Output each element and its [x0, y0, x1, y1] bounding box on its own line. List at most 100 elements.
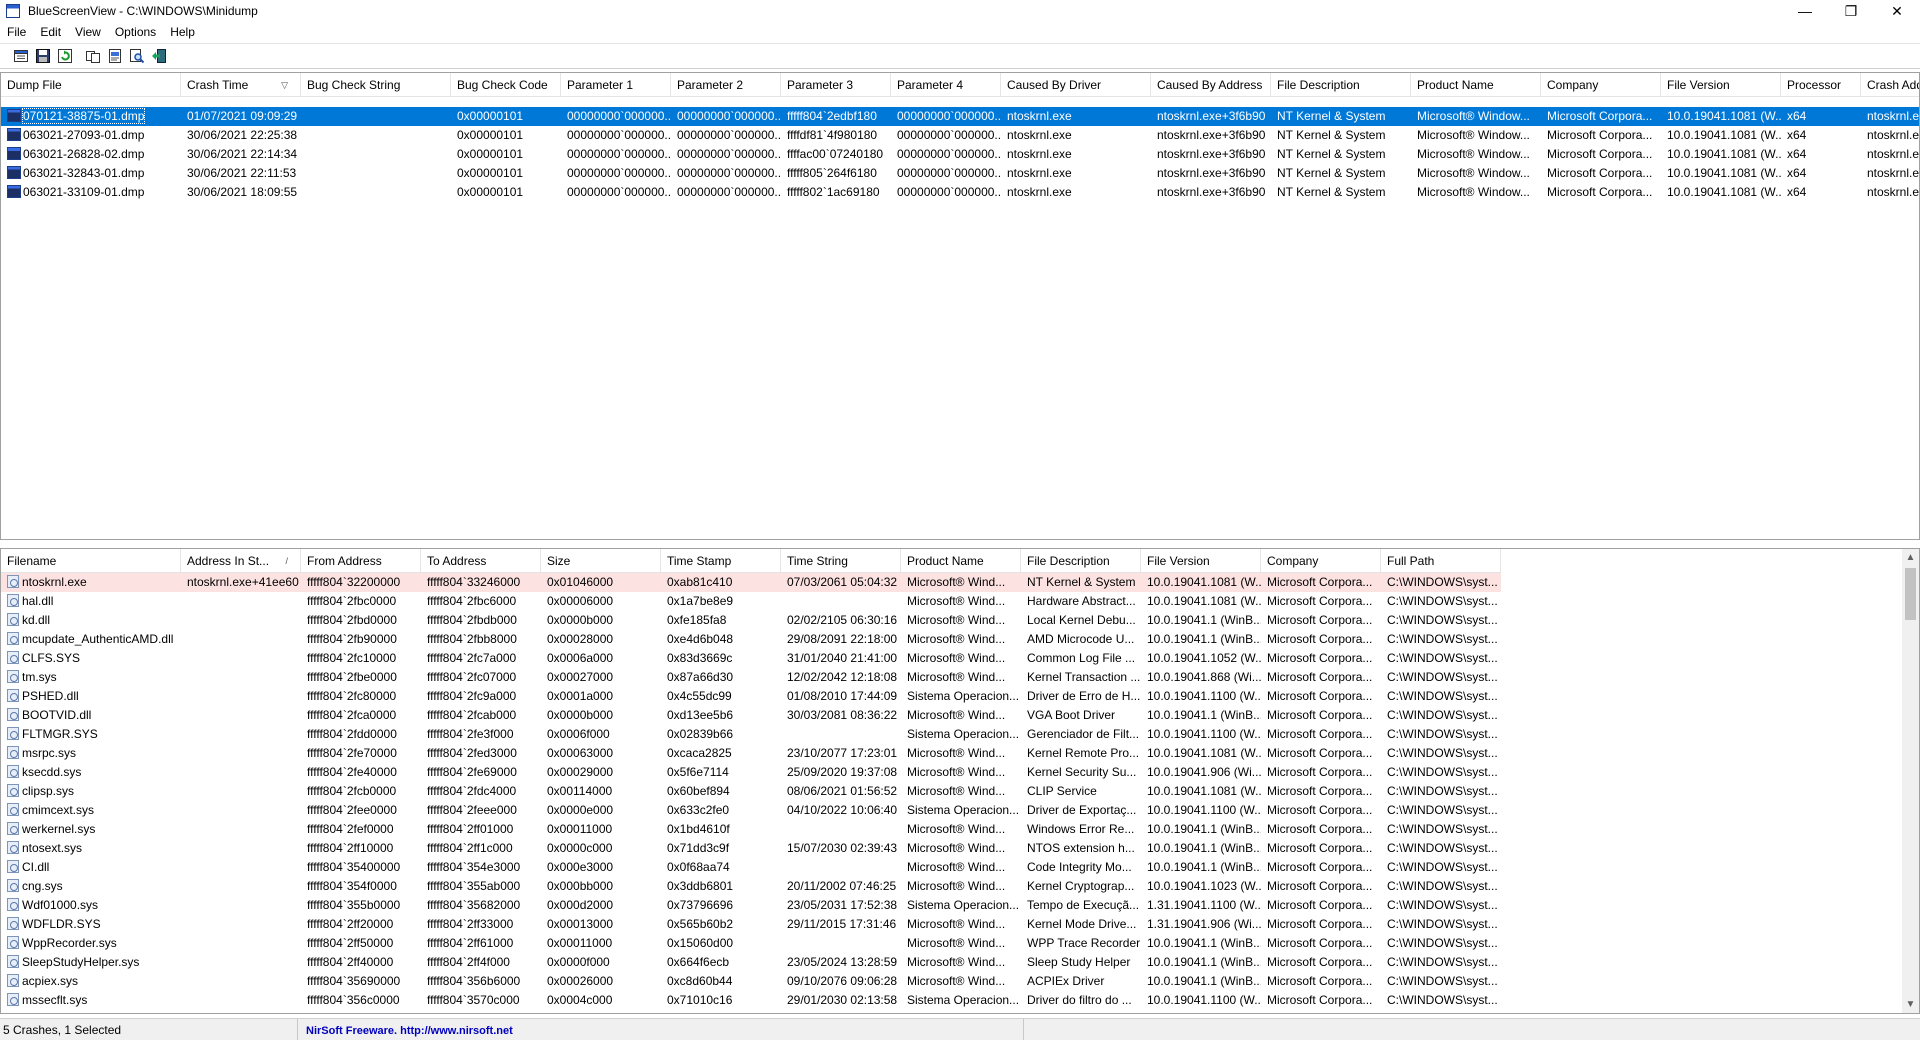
driver-row[interactable]: ntosext.sys fffff804`2ff10000 fffff804`2ff…: [1, 839, 1501, 858]
column-header-parameter-4[interactable]: Parameter 4: [891, 73, 1001, 97]
column-header-time-stamp[interactable]: Time Stamp: [661, 549, 781, 573]
scroll-thumb[interactable]: [1905, 568, 1916, 620]
cell: ntoskrnl.exe: [1001, 107, 1151, 126]
driver-file-icon: [7, 955, 19, 968]
driver-row[interactable]: acpiex.sys fffff804`35690000 fffff804`356b…: [1, 972, 1501, 991]
driver-row[interactable]: msrpc.sys fffff804`2fe70000 fffff804`2fed3…: [1, 744, 1501, 763]
vertical-scrollbar[interactable]: ▲ ▼: [1902, 549, 1919, 1013]
column-header-parameter-1[interactable]: Parameter 1: [561, 73, 671, 97]
cell: Microsoft Corpora...: [1541, 145, 1661, 164]
cell: Microsoft® Wind...: [901, 611, 1021, 630]
cell-text: 31/01/2040 21:41:00: [787, 651, 898, 665]
driver-row[interactable]: clipsp.sys fffff804`2fcb0000 fffff804`2fdc…: [1, 782, 1501, 801]
crash-row[interactable]: 063021-26828-02.dmp 30/06/2021 22:14:34 0x…: [1, 145, 1919, 164]
column-header-file-version[interactable]: File Version: [1141, 549, 1261, 573]
cell: [781, 592, 901, 611]
column-header-crash-time[interactable]: Crash Time ▽: [181, 73, 301, 97]
driver-row[interactable]: cmimcext.sys fffff804`2fee0000 fffff804`2f…: [1, 801, 1501, 820]
cell-text: x64: [1787, 128, 1807, 142]
crash-row[interactable]: 063021-27093-01.dmp 30/06/2021 22:25:38 0x…: [1, 126, 1919, 145]
crash-row[interactable]: 063021-32843-01.dmp 30/06/2021 22:11:53 0x…: [1, 164, 1919, 183]
column-header-file-version[interactable]: File Version: [1661, 73, 1781, 97]
driver-row[interactable]: cng.sys fffff804`354f0000 fffff804`355ab00…: [1, 877, 1501, 896]
menu-options[interactable]: Options: [108, 22, 163, 42]
column-header-file-description[interactable]: File Description: [1021, 549, 1141, 573]
crash-row[interactable]: 063021-33109-01.dmp 30/06/2021 18:09:55 0x…: [1, 183, 1919, 202]
cell: Sleep Study Helper: [1021, 953, 1141, 972]
cell-text: C:\WINDOWS\syst...: [1387, 822, 1498, 836]
cell: 04/10/2022 10:06:40: [781, 801, 901, 820]
cell-text: 10.0.19041.868 (Wi...: [1147, 670, 1261, 684]
column-header-time-string[interactable]: Time String: [781, 549, 901, 573]
driver-row[interactable]: WppRecorder.sys fffff804`2ff50000 fffff804…: [1, 934, 1501, 953]
cell: fffff802`1ac69180: [781, 183, 891, 202]
driver-row[interactable]: BOOTVID.dll fffff804`2fca0000 fffff804`2fc…: [1, 706, 1501, 725]
column-header-full-path[interactable]: Full Path: [1381, 549, 1501, 573]
column-header-crash-add[interactable]: Crash Add: [1861, 73, 1919, 97]
refresh-icon[interactable]: [54, 45, 76, 67]
driver-row[interactable]: Wdf01000.sys fffff804`355b0000 fffff804`35…: [1, 896, 1501, 915]
driver-row[interactable]: hal.dll fffff804`2fbc0000 fffff804`2fbc600…: [1, 592, 1501, 611]
column-header-caused-by-driver[interactable]: Caused By Driver: [1001, 73, 1151, 97]
driver-row[interactable]: SleepStudyHelper.sys fffff804`2ff40000 fff…: [1, 953, 1501, 972]
driver-row[interactable]: CI.dll fffff804`35400000 fffff804`354e3000…: [1, 858, 1501, 877]
cell-text: 23/05/2031 17:52:38: [787, 898, 898, 912]
properties-icon[interactable]: [10, 45, 32, 67]
column-header-filename[interactable]: Filename: [1, 549, 181, 573]
crash-list[interactable]: Dump File Crash Time ▽ Bug Check String Bug …: [0, 72, 1920, 540]
driver-list[interactable]: Filename Address In St... / From Address To …: [0, 548, 1920, 1014]
column-header-bug-check-code[interactable]: Bug Check Code: [451, 73, 561, 97]
status-link[interactable]: NirSoft Freeware. http://www.nirsoft.net: [298, 1018, 1024, 1040]
column-header-parameter-2[interactable]: Parameter 2: [671, 73, 781, 97]
column-header-product-name[interactable]: Product Name: [1411, 73, 1541, 97]
column-header-caused-by-address[interactable]: Caused By Address: [1151, 73, 1271, 97]
column-header-company[interactable]: Company: [1541, 73, 1661, 97]
column-header-address-in-st[interactable]: Address In St... /: [181, 549, 301, 573]
scroll-down-icon[interactable]: ▼: [1902, 996, 1919, 1013]
cell: 10.0.19041.1100 (W...: [1141, 687, 1261, 706]
cell: 0x02839b66: [661, 725, 781, 744]
driver-row[interactable]: werkernel.sys fffff804`2fef0000 fffff804`2…: [1, 820, 1501, 839]
cell: [181, 915, 301, 934]
exit-icon[interactable]: [148, 45, 170, 67]
find-icon[interactable]: [126, 45, 148, 67]
cell: NTOS extension h...: [1021, 839, 1141, 858]
column-header-to-address[interactable]: To Address: [421, 549, 541, 573]
driver-row[interactable]: kd.dll fffff804`2fbd0000 fffff804`2fbdb000…: [1, 611, 1501, 630]
menu-file[interactable]: File: [0, 22, 33, 42]
column-header-bug-check-string[interactable]: Bug Check String: [301, 73, 451, 97]
html-report-icon[interactable]: [104, 45, 126, 67]
menu-edit[interactable]: Edit: [33, 22, 68, 42]
column-header-product-name[interactable]: Product Name: [901, 549, 1021, 573]
column-header-dump-file[interactable]: Dump File: [1, 73, 181, 97]
cell: 10.0.19041.1081 (W...: [1661, 126, 1781, 145]
minimize-button[interactable]: —: [1782, 0, 1828, 22]
driver-row[interactable]: PSHED.dll fffff804`2fc80000 fffff804`2fc9a…: [1, 687, 1501, 706]
save-icon[interactable]: [32, 45, 54, 67]
column-header-processor[interactable]: Processor: [1781, 73, 1861, 97]
maximize-button[interactable]: ❐: [1828, 0, 1874, 22]
driver-row[interactable]: ksecdd.sys fffff804`2fe40000 fffff804`2fe6…: [1, 763, 1501, 782]
crash-row[interactable]: 070121-38875-01.dmp 01/07/2021 09:09:29 0x…: [1, 107, 1919, 126]
driver-row[interactable]: tm.sys fffff804`2fbe0000 fffff804`2fc07000…: [1, 668, 1501, 687]
scroll-up-icon[interactable]: ▲: [1902, 549, 1919, 566]
driver-file-icon: [7, 974, 19, 987]
cell: Microsoft® Wind...: [901, 820, 1021, 839]
column-header-file-description[interactable]: File Description: [1271, 73, 1411, 97]
column-header-company[interactable]: Company: [1261, 549, 1381, 573]
driver-row[interactable]: FLTMGR.SYS fffff804`2fdd0000 fffff804`2fe3…: [1, 725, 1501, 744]
cell-text: 0x60bef894: [667, 784, 730, 798]
driver-row[interactable]: WDFLDR.SYS fffff804`2ff20000 fffff804`2ff3…: [1, 915, 1501, 934]
driver-row[interactable]: mcupdate_AuthenticAMD.dll fffff804`2fb900…: [1, 630, 1501, 649]
column-header-size[interactable]: Size: [541, 549, 661, 573]
menu-help[interactable]: Help: [163, 22, 202, 42]
copy-icon[interactable]: [82, 45, 104, 67]
nirsoft-link[interactable]: NirSoft Freeware. http://www.nirsoft.net: [306, 1025, 513, 1037]
close-button[interactable]: ✕: [1874, 0, 1920, 22]
menu-view[interactable]: View: [68, 22, 108, 42]
driver-row[interactable]: ntoskrnl.exe ntoskrnl.exe+41ee60 fffff804`…: [1, 573, 1501, 592]
column-header-parameter-3[interactable]: Parameter 3: [781, 73, 891, 97]
driver-row[interactable]: CLFS.SYS fffff804`2fc10000 fffff804`2fc7a0…: [1, 649, 1501, 668]
driver-row[interactable]: mssecflt.sys fffff804`356c0000 fffff804`35…: [1, 991, 1501, 1010]
column-header-from-address[interactable]: From Address: [301, 549, 421, 573]
